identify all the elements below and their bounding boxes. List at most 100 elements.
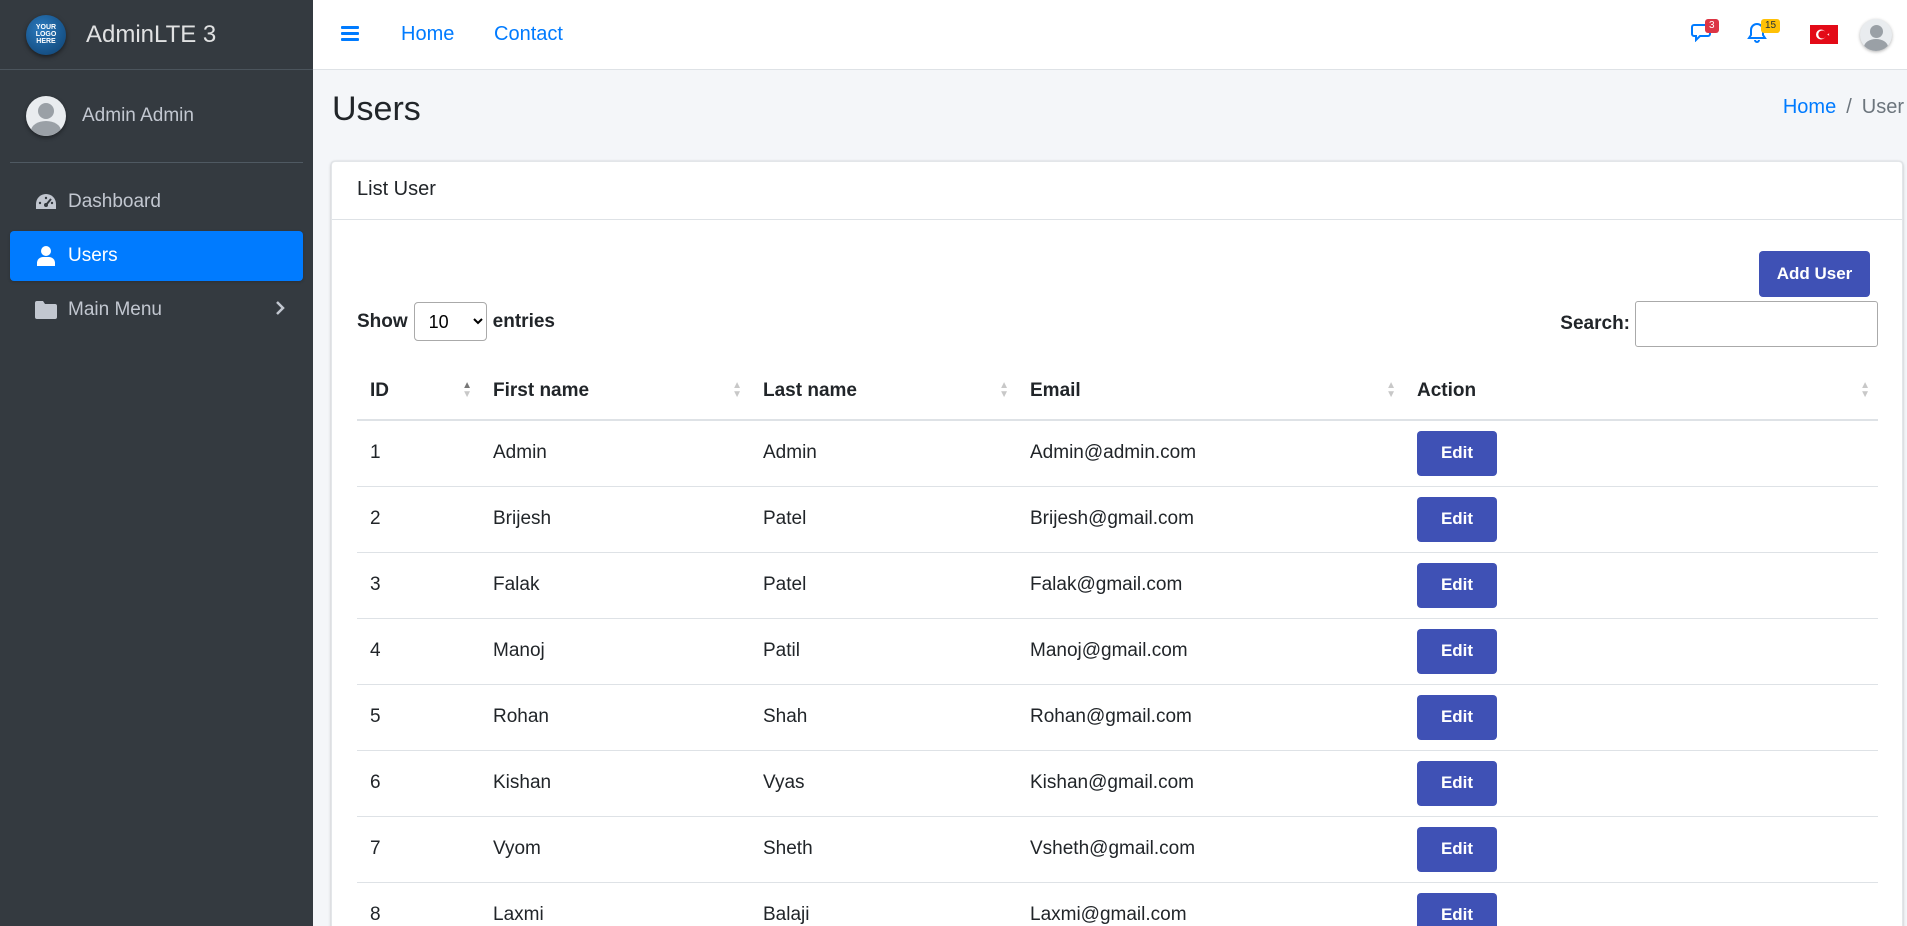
edit-button[interactable]: Edit: [1417, 562, 1497, 608]
brand-logo: YOUR LOGO HERE: [26, 14, 66, 55]
sort-icon: ▲ ▼: [1860, 380, 1870, 400]
cell-last-name: Balaji: [750, 882, 1017, 926]
cell-first-name: Rohan: [480, 684, 750, 751]
cell-action: Edit: [1404, 420, 1878, 487]
sort-asc-icon: ▲ ▼: [462, 380, 472, 400]
search-input[interactable]: [1635, 301, 1878, 347]
cell-email: Admin@admin.com: [1017, 420, 1404, 487]
messages-button[interactable]: 3: [1691, 19, 1719, 47]
cell-id: 8: [357, 882, 480, 926]
nav-link-contact[interactable]: Contact: [494, 23, 563, 46]
column-header-email[interactable]: Email ▲ ▼: [1017, 362, 1404, 421]
nav-link-home[interactable]: Home: [401, 23, 454, 46]
table-row: 4 Manoj Patil Manoj@gmail.com Edit: [357, 618, 1878, 685]
cell-email: Vsheth@gmail.com: [1017, 816, 1404, 883]
edit-button[interactable]: Edit: [1417, 760, 1497, 806]
column-header-first-name[interactable]: First name ▲ ▼: [480, 362, 750, 421]
table-row: 8 Laxmi Balaji Laxmi@gmail.com Edit: [357, 882, 1878, 926]
sort-icon: ▲ ▼: [732, 380, 742, 400]
show-label: Show: [357, 310, 408, 332]
chevron-right-icon: [275, 300, 285, 322]
table-body: 1 Admin Admin Admin@admin.com Edit 2 Brijesh Pa…: [357, 420, 1878, 926]
table-row: 5 Rohan Shah Rohan@gmail.com Edit: [357, 684, 1878, 751]
edit-button[interactable]: Edit: [1417, 430, 1497, 476]
top-navbar: Home Contact 3 15: [313, 0, 1907, 70]
main-sidebar: YOUR LOGO HERE AdminLTE 3 Admin Admin Da…: [0, 0, 313, 926]
cell-action: Edit: [1404, 816, 1878, 883]
table-row: 2 Brijesh Patel Brijesh@gmail.com Edit: [357, 486, 1878, 553]
sidebar-item-main-menu[interactable]: Main Menu: [10, 285, 303, 335]
cell-first-name: Laxmi: [480, 882, 750, 926]
sidebar-item-label: Main Menu: [68, 299, 162, 320]
notifications-button[interactable]: 15: [1747, 19, 1781, 49]
cell-first-name: Admin: [480, 420, 750, 487]
cell-first-name: Kishan: [480, 750, 750, 817]
edit-button[interactable]: Edit: [1417, 628, 1497, 674]
sidebar-item-dashboard[interactable]: Dashboard: [10, 177, 303, 227]
sidebar-item-label: Dashboard: [68, 191, 161, 212]
table-row: 3 Falak Patel Falak@gmail.com Edit: [357, 552, 1878, 619]
cell-first-name: Falak: [480, 552, 750, 619]
column-header-id[interactable]: ID ▲ ▼: [357, 362, 480, 421]
cell-id: 1: [357, 420, 480, 487]
cell-first-name: Brijesh: [480, 486, 750, 553]
page-size-select[interactable]: 10: [413, 302, 487, 341]
search-control: Search:: [1560, 301, 1878, 347]
cell-id: 2: [357, 486, 480, 553]
cell-id: 3: [357, 552, 480, 619]
cell-id: 6: [357, 750, 480, 817]
sidebar-item-users[interactable]: Users: [10, 231, 303, 281]
cell-first-name: Vyom: [480, 816, 750, 883]
cell-last-name: Sheth: [750, 816, 1017, 883]
notifications-badge: 15: [1761, 19, 1781, 33]
user-avatar-menu[interactable]: [1860, 19, 1892, 51]
breadcrumb-separator: /: [1846, 96, 1852, 118]
sidebar-item-label: Users: [68, 245, 118, 266]
sort-icon: ▲ ▼: [999, 380, 1009, 400]
user-name[interactable]: Admin Admin: [82, 105, 194, 127]
brand-name: AdminLTE 3: [86, 20, 217, 48]
cell-action: Edit: [1404, 882, 1878, 926]
hamburger-menu-icon[interactable]: [341, 26, 359, 44]
user-list-card: List User Add User Show 10 entries Searc…: [331, 161, 1903, 926]
sidebar-nav: Dashboard Users Main Menu: [0, 163, 313, 335]
entries-label: entries: [492, 310, 555, 332]
cell-id: 7: [357, 816, 480, 883]
cell-last-name: Patil: [750, 618, 1017, 685]
edit-button[interactable]: Edit: [1417, 496, 1497, 542]
cell-last-name: Patel: [750, 552, 1017, 619]
cell-email: Brijesh@gmail.com: [1017, 486, 1404, 553]
cell-last-name: Admin: [750, 420, 1017, 487]
cell-first-name: Manoj: [480, 618, 750, 685]
cell-action: Edit: [1404, 750, 1878, 817]
cell-id: 5: [357, 684, 480, 751]
turkey-flag-icon[interactable]: [1810, 25, 1838, 44]
breadcrumb: Home / User: [1783, 96, 1904, 119]
brand-link[interactable]: YOUR LOGO HERE AdminLTE 3: [0, 0, 313, 70]
user-panel[interactable]: Admin Admin: [10, 70, 303, 163]
cell-action: Edit: [1404, 486, 1878, 553]
table-header-row: ID ▲ ▼ First name ▲ ▼ Last name ▲ ▼ Email ▲ ▼ Ac…: [357, 362, 1878, 421]
cell-email: Kishan@gmail.com: [1017, 750, 1404, 817]
add-user-button[interactable]: Add User: [1759, 251, 1870, 297]
edit-button[interactable]: Edit: [1417, 826, 1497, 872]
card-title: List User: [332, 162, 1902, 220]
table-row: 1 Admin Admin Admin@admin.com Edit: [357, 420, 1878, 487]
sort-icon: ▲ ▼: [1386, 380, 1396, 400]
cell-email: Manoj@gmail.com: [1017, 618, 1404, 685]
column-header-last-name[interactable]: Last name ▲ ▼: [750, 362, 1017, 421]
table-row: 6 Kishan Vyas Kishan@gmail.com Edit: [357, 750, 1878, 817]
bell-icon: [1747, 22, 1767, 48]
cell-email: Rohan@gmail.com: [1017, 684, 1404, 751]
user-icon: [34, 245, 58, 267]
edit-button[interactable]: Edit: [1417, 892, 1497, 926]
tachometer-icon: [34, 191, 58, 213]
column-header-action[interactable]: Action ▲ ▼: [1404, 362, 1878, 421]
breadcrumb-home[interactable]: Home: [1783, 96, 1836, 118]
folder-icon: [34, 299, 58, 321]
edit-button[interactable]: Edit: [1417, 694, 1497, 740]
page-title: Users: [332, 90, 421, 128]
avatar: [26, 96, 66, 136]
table-row: 7 Vyom Sheth Vsheth@gmail.com Edit: [357, 816, 1878, 883]
users-table: ID ▲ ▼ First name ▲ ▼ Last name ▲ ▼ Email ▲ ▼ Ac…: [357, 362, 1878, 926]
